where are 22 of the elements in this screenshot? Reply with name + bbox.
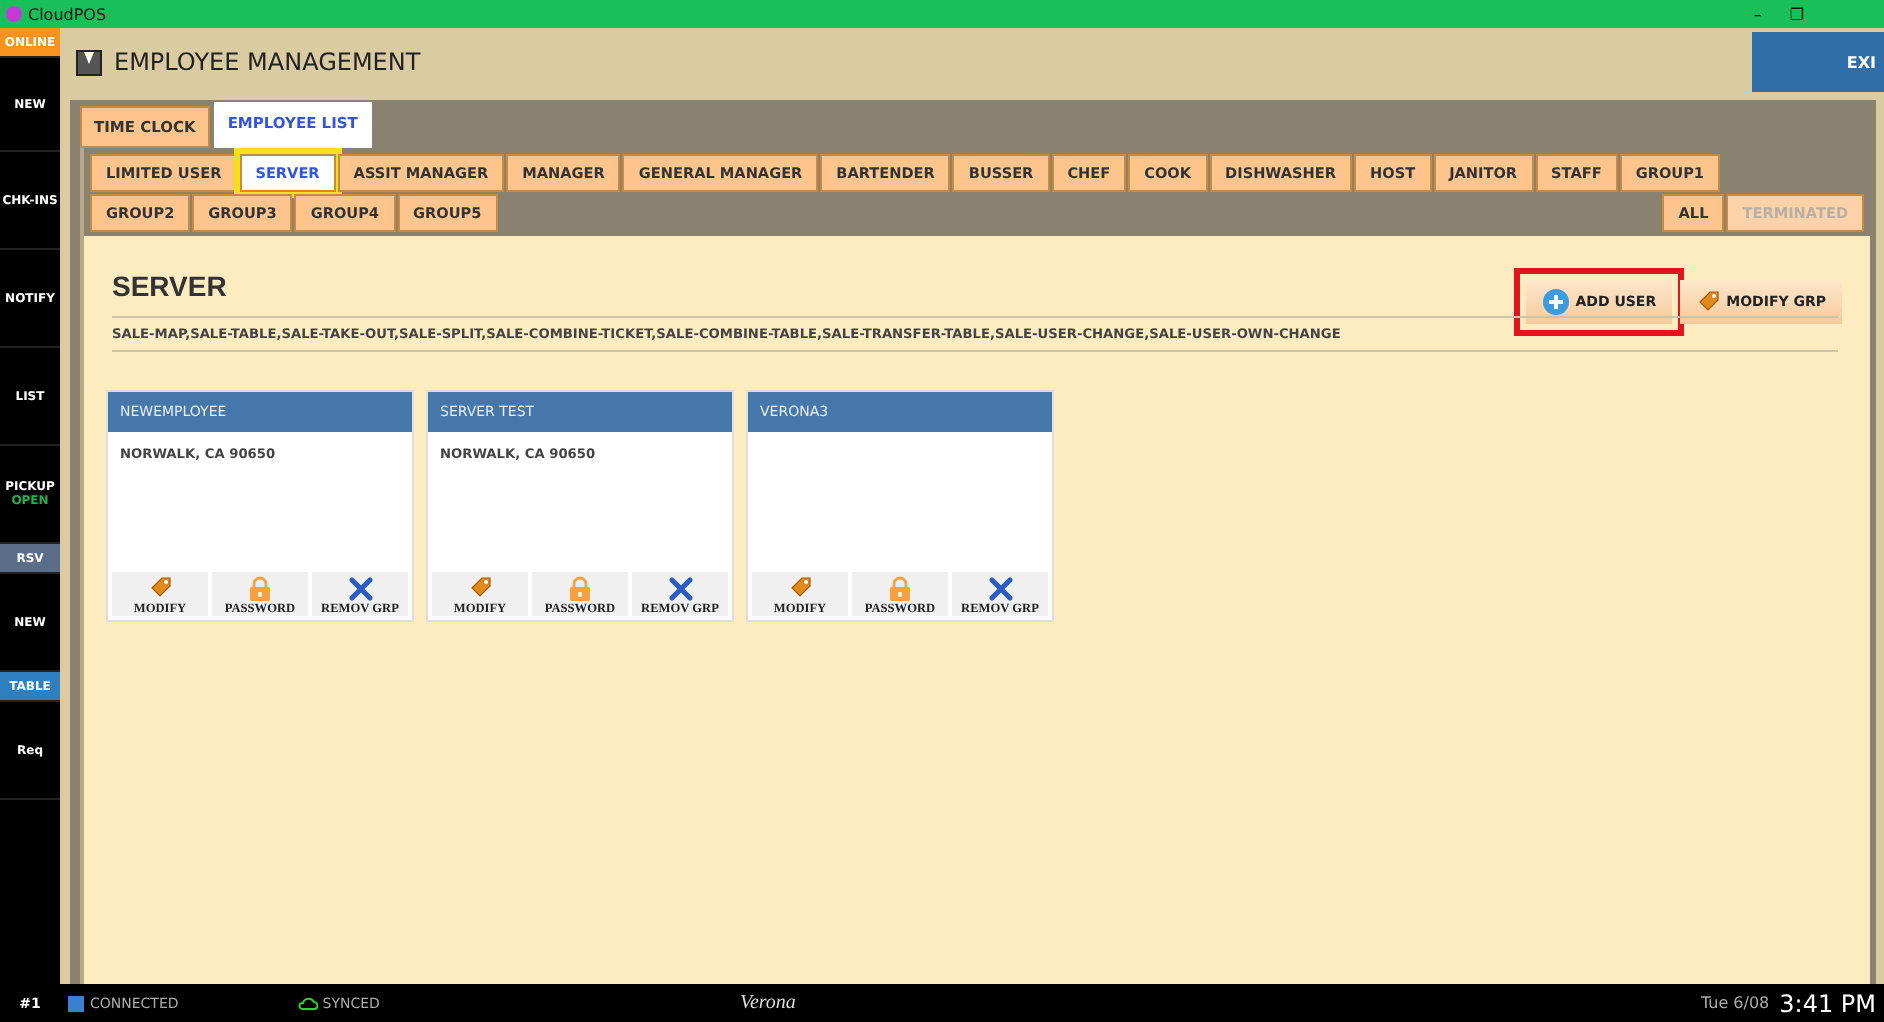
app-logo-icon — [6, 6, 22, 22]
padlock-icon — [248, 576, 272, 602]
padlock-icon — [568, 576, 592, 602]
group-title: SERVER — [112, 270, 227, 302]
padlock-icon — [888, 576, 912, 602]
window-control[interactable]: ❐ — [1789, 5, 1804, 23]
page-title: EMPLOYEE MANAGEMENT — [114, 48, 421, 76]
date: Tue 6/08 — [1700, 994, 1770, 1012]
tag-icon — [468, 576, 492, 600]
window-title: CloudPOS — [28, 5, 107, 23]
tag-icon — [1696, 290, 1721, 314]
x-icon — [987, 576, 1013, 602]
x-icon — [347, 576, 373, 602]
cloud-icon — [298, 996, 319, 1010]
exit-button[interactable]: EXI — [1752, 32, 1884, 92]
tag-icon — [788, 576, 812, 600]
tag-icon — [148, 576, 172, 600]
window-control[interactable]: – — [1753, 5, 1762, 23]
x-icon — [667, 576, 693, 602]
store-name: Verona — [739, 992, 796, 1014]
plus-icon — [1541, 288, 1570, 316]
clock-time: 3:41 PM — [1779, 989, 1876, 1017]
